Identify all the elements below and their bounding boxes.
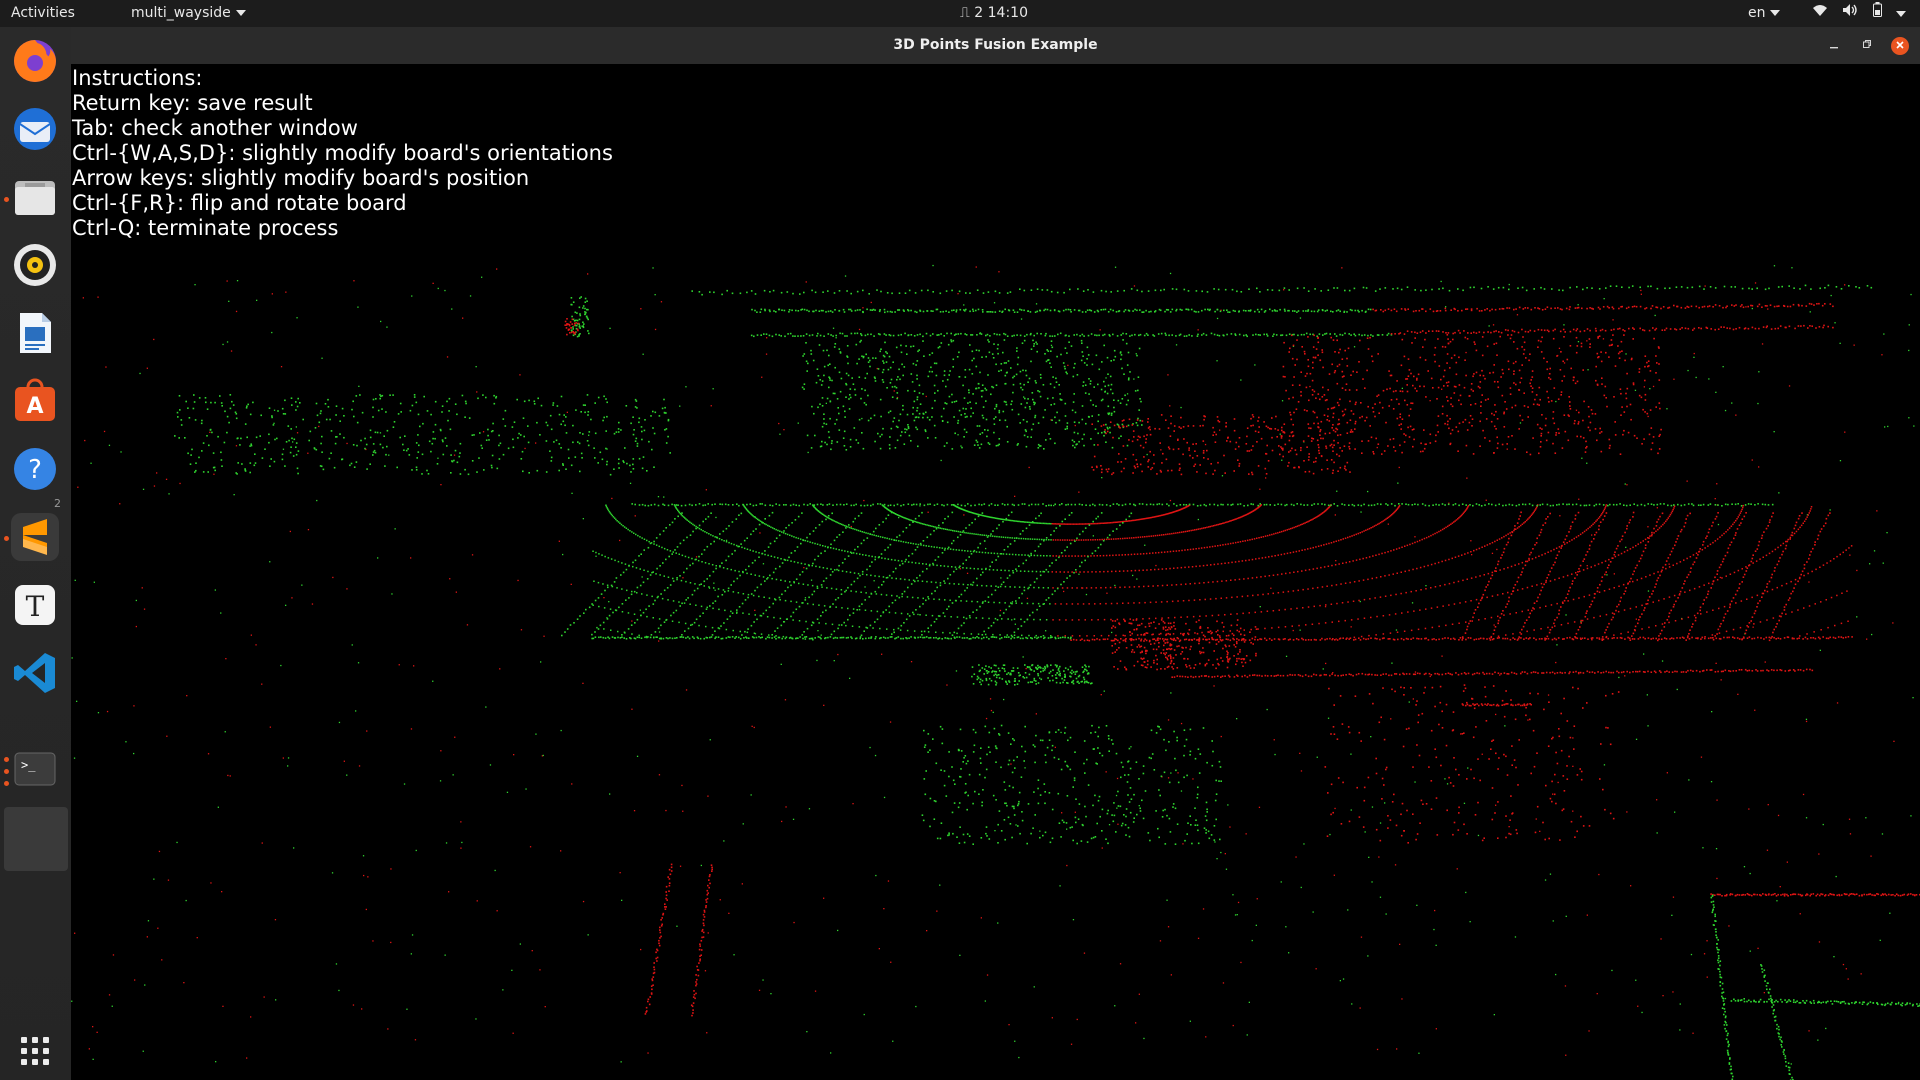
instructions-line: Instructions: — [72, 66, 203, 90]
top-bar: Activities multi_wayside ⎍ 2 14:10 en — [0, 0, 1920, 27]
restore-button[interactable] — [1858, 37, 1876, 55]
rhythmbox-icon[interactable] — [11, 241, 59, 289]
text-editor-icon[interactable]: T — [11, 581, 59, 629]
app-window: 3D Points Fusion Example Instructions: R… — [71, 27, 1920, 1080]
instructions-line: Ctrl-Q: terminate process — [72, 216, 339, 240]
instructions-line: Return key: save result — [72, 91, 313, 115]
vegetation-points — [174, 334, 1662, 845]
software-center-icon[interactable]: A — [11, 377, 59, 425]
instructions-line: Ctrl-{W,A,S,D}: slightly modify board's … — [72, 141, 613, 165]
terminal-icon[interactable]: >_ — [11, 745, 59, 793]
svg-text:A: A — [26, 394, 43, 419]
upper-band-points — [691, 284, 1873, 338]
scattered-points — [71, 264, 1915, 1065]
battery-icon — [1872, 0, 1882, 27]
left-post-points — [564, 296, 590, 338]
point-cloud-viewport[interactable]: Instructions: Return key: save result Ta… — [71, 64, 1920, 1080]
platform-edges — [591, 503, 1853, 707]
dock: A ? 2 T >_ — [0, 27, 71, 1080]
title-bar[interactable]: 3D Points Fusion Example — [71, 27, 1920, 65]
vscode-icon[interactable] — [11, 649, 59, 697]
window-title: 3D Points Fusion Example — [893, 37, 1098, 53]
workspace-indicator: ⎍ 2 — [960, 5, 984, 21]
firefox-icon[interactable] — [11, 37, 59, 85]
language-label: en — [1748, 5, 1766, 21]
svg-text:T: T — [26, 590, 45, 623]
svg-text:?: ? — [28, 455, 42, 485]
system-menu[interactable] — [1812, 0, 1916, 27]
clock[interactable]: ⎍ 2 14:10 — [960, 0, 1028, 27]
chevron-down-icon — [1769, 10, 1780, 16]
volume-icon — [1842, 0, 1858, 27]
power-menu-chevron-icon — [1896, 0, 1907, 27]
chevron-down-icon — [235, 10, 246, 16]
close-button[interactable] — [1891, 37, 1909, 55]
thunderbird-icon[interactable] — [11, 105, 59, 153]
app-menu-label: multi_wayside — [131, 5, 231, 21]
dock-badge: 2 — [54, 497, 61, 510]
instructions-line: Ctrl-{F,R}: flip and rotate board — [72, 191, 407, 215]
grid-icon[interactable] — [11, 1027, 59, 1075]
app-menu[interactable]: multi_wayside — [131, 0, 246, 27]
close-icon — [1896, 41, 1904, 49]
svg-text:>_: >_ — [21, 758, 36, 772]
instructions-overlay: Instructions: Return key: save result Ta… — [72, 66, 613, 241]
wifi-icon — [1812, 0, 1828, 27]
files-icon[interactable] — [11, 173, 59, 221]
sublime-text-icon[interactable] — [11, 513, 59, 561]
restore-icon — [1863, 40, 1871, 48]
language-selector[interactable]: en — [1748, 0, 1780, 27]
lower-structure-points — [644, 863, 1920, 1080]
ground-rings — [592, 504, 1853, 641]
instructions-line: Tab: check another window — [72, 116, 358, 140]
running-app-icon[interactable] — [4, 807, 68, 871]
clock-time: 14:10 — [987, 5, 1028, 21]
minimize-icon — [1830, 47, 1838, 49]
minimize-button[interactable] — [1825, 37, 1843, 55]
help-icon[interactable]: ? — [11, 445, 59, 493]
instructions-line: Arrow keys: slightly modify board's posi… — [72, 166, 530, 190]
activities-button[interactable]: Activities — [11, 0, 75, 27]
libreoffice-writer-icon[interactable] — [11, 309, 59, 357]
